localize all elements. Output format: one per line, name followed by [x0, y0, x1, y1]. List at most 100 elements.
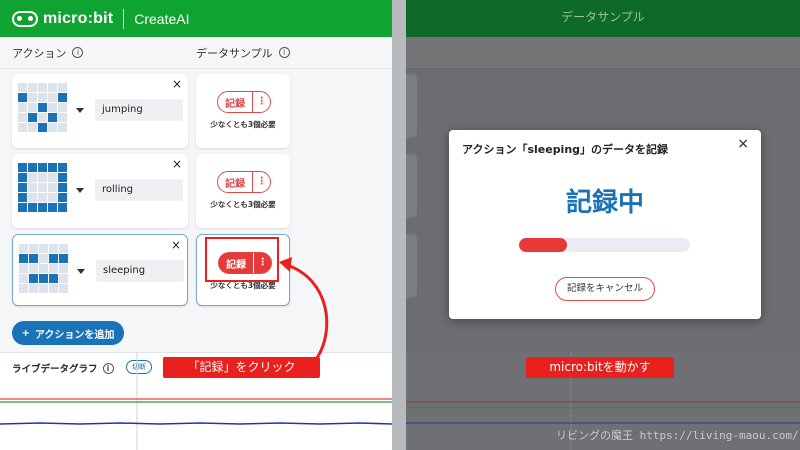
led-cell[interactable] [48, 93, 57, 102]
close-icon[interactable]: × [171, 238, 181, 252]
led-cell[interactable] [18, 123, 27, 132]
close-icon[interactable]: × [737, 136, 749, 152]
led-cell[interactable] [38, 93, 47, 102]
led-cell[interactable] [59, 264, 68, 273]
led-cell[interactable] [39, 274, 48, 283]
led-cell[interactable] [18, 193, 27, 202]
led-cell[interactable] [18, 183, 27, 192]
led-cell[interactable] [48, 83, 57, 92]
led-cell[interactable] [59, 274, 68, 283]
led-cell[interactable] [29, 284, 38, 293]
led-cell[interactable] [48, 163, 57, 172]
led-cell[interactable] [18, 203, 27, 212]
led-cell[interactable] [48, 183, 57, 192]
led-cell[interactable] [29, 274, 38, 283]
led-cell[interactable] [49, 274, 58, 283]
right-header: データサンプル [406, 0, 800, 37]
action-name-field[interactable]: sleeping [96, 260, 184, 282]
led-cell[interactable] [38, 193, 47, 202]
led-cell[interactable] [38, 83, 47, 92]
chevron-down-icon[interactable] [76, 188, 84, 193]
led-cell[interactable] [28, 113, 37, 122]
led-cell[interactable] [28, 103, 37, 112]
led-pattern-grid[interactable] [18, 163, 67, 212]
led-cell[interactable] [19, 264, 28, 273]
action-card-rolling: × rolling [12, 154, 188, 228]
led-cell[interactable] [49, 264, 58, 273]
led-cell[interactable] [28, 173, 37, 182]
led-cell[interactable] [19, 254, 28, 263]
close-icon[interactable]: × [172, 157, 182, 171]
led-cell[interactable] [38, 203, 47, 212]
led-cell[interactable] [58, 113, 67, 122]
led-cell[interactable] [28, 123, 37, 132]
led-cell[interactable] [19, 244, 28, 253]
cancel-recording-button[interactable]: 記録をキャンセル [555, 277, 655, 301]
add-action-button[interactable]: + アクションを追加 [12, 321, 124, 345]
led-cell[interactable] [58, 103, 67, 112]
led-cell[interactable] [18, 163, 27, 172]
led-cell[interactable] [38, 123, 47, 132]
led-cell[interactable] [38, 103, 47, 112]
action-name-field[interactable]: rolling [95, 179, 183, 201]
led-cell[interactable] [29, 264, 38, 273]
led-cell[interactable] [38, 113, 47, 122]
info-icon[interactable]: i [72, 47, 84, 58]
led-cell[interactable] [39, 254, 48, 263]
led-cell[interactable] [48, 203, 57, 212]
led-cell[interactable] [28, 93, 37, 102]
led-cell[interactable] [28, 183, 37, 192]
led-pattern-grid[interactable] [19, 244, 68, 293]
led-cell[interactable] [28, 203, 37, 212]
led-cell[interactable] [19, 274, 28, 283]
led-cell[interactable] [28, 163, 37, 172]
led-cell[interactable] [29, 254, 38, 263]
more-menu-icon[interactable]: ⋮ [252, 172, 270, 192]
chevron-down-icon[interactable] [77, 269, 85, 274]
led-cell[interactable] [18, 173, 27, 182]
led-cell[interactable] [19, 284, 28, 293]
led-cell[interactable] [38, 183, 47, 192]
add-action-label: アクションを追加 [34, 329, 115, 341]
led-cell[interactable] [58, 173, 67, 182]
led-cell[interactable] [39, 284, 48, 293]
led-cell[interactable] [18, 93, 27, 102]
led-cell[interactable] [28, 83, 37, 92]
led-cell[interactable] [58, 123, 67, 132]
led-cell[interactable] [48, 113, 57, 122]
led-cell[interactable] [49, 244, 58, 253]
more-menu-icon[interactable]: ⋮ [252, 92, 270, 112]
led-cell[interactable] [48, 173, 57, 182]
column-header-row: アクション i データサンプル i [0, 37, 392, 69]
led-cell[interactable] [58, 163, 67, 172]
led-cell[interactable] [38, 163, 47, 172]
info-icon[interactable]: i [278, 47, 290, 58]
led-cell[interactable] [58, 93, 67, 102]
led-cell[interactable] [49, 254, 58, 263]
close-icon[interactable]: × [172, 77, 182, 91]
record-button[interactable]: 記録 ⋮ [217, 171, 271, 193]
led-cell[interactable] [58, 203, 67, 212]
record-button[interactable]: 記録 ⋮ [217, 91, 271, 113]
led-cell[interactable] [39, 244, 48, 253]
led-cell[interactable] [59, 244, 68, 253]
led-pattern-grid[interactable] [18, 83, 67, 132]
led-cell[interactable] [18, 103, 27, 112]
led-cell[interactable] [58, 83, 67, 92]
led-cell[interactable] [38, 173, 47, 182]
led-cell[interactable] [48, 123, 57, 132]
led-cell[interactable] [49, 284, 58, 293]
led-cell[interactable] [39, 264, 48, 273]
led-cell[interactable] [58, 183, 67, 192]
led-cell[interactable] [59, 284, 68, 293]
led-cell[interactable] [18, 83, 27, 92]
chevron-down-icon[interactable] [76, 108, 84, 113]
action-name-field[interactable]: jumping [95, 99, 183, 121]
led-cell[interactable] [59, 254, 68, 263]
led-cell[interactable] [28, 193, 37, 202]
led-cell[interactable] [29, 244, 38, 253]
led-cell[interactable] [48, 103, 57, 112]
led-cell[interactable] [48, 193, 57, 202]
led-cell[interactable] [58, 193, 67, 202]
led-cell[interactable] [18, 113, 27, 122]
